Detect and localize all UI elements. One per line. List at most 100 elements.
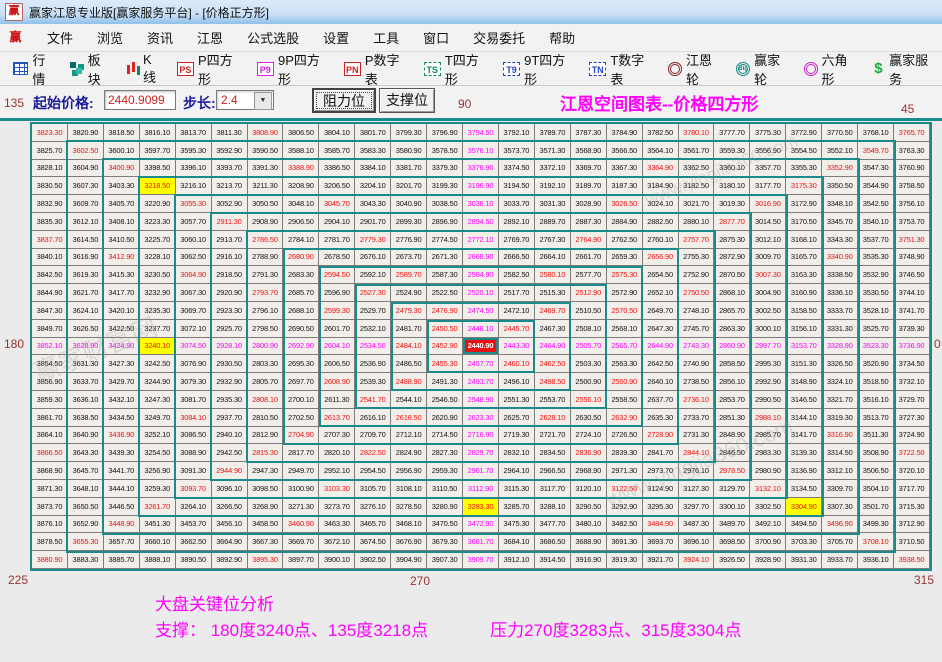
- grid-cell[interactable]: 3854.50: [32, 355, 68, 374]
- grid-cell[interactable]: 3828.10: [32, 159, 68, 178]
- grid-cell[interactable]: 2467.30: [534, 319, 571, 338]
- grid-cell[interactable]: 2529.70: [355, 301, 392, 320]
- toolbar-item-2[interactable]: K线: [123, 50, 167, 88]
- grid-cell[interactable]: 3619.30: [67, 266, 104, 285]
- grid-cell[interactable]: 2815.30: [247, 444, 284, 463]
- grid-cell[interactable]: 3278.50: [391, 497, 428, 516]
- grid-cell[interactable]: 3441.70: [103, 462, 140, 480]
- grid-cell[interactable]: 3292.90: [606, 497, 643, 516]
- grid-cell[interactable]: 3573.70: [498, 141, 535, 160]
- grid-cell[interactable]: 3900.10: [319, 551, 356, 569]
- grid-cell[interactable]: 3772.90: [786, 124, 823, 142]
- grid-cell[interactable]: 3391.30: [247, 159, 284, 178]
- grid-cell[interactable]: 3660.10: [139, 533, 176, 552]
- grid-cell[interactable]: 3758.50: [894, 177, 930, 196]
- grid-cell[interactable]: 3741.70: [894, 301, 930, 320]
- grid-cell[interactable]: 3324.10: [822, 373, 859, 391]
- grid-cell[interactable]: 3007.30: [750, 266, 787, 285]
- grid-cell[interactable]: 2606.50: [319, 355, 356, 374]
- grid-cell[interactable]: 2750.50: [678, 284, 715, 302]
- grid-cell[interactable]: 3789.70: [534, 124, 571, 142]
- grid-cell[interactable]: 3710.50: [894, 533, 930, 552]
- grid-cell[interactable]: 3439.30: [103, 444, 140, 463]
- grid-cell[interactable]: 3333.70: [822, 301, 859, 320]
- grid-cell[interactable]: 2688.10: [283, 301, 320, 320]
- grid-cell[interactable]: 3295.30: [642, 497, 679, 516]
- grid-cell[interactable]: 3580.90: [391, 141, 428, 160]
- grid-cell[interactable]: 3820.90: [67, 124, 104, 142]
- grid-cell[interactable]: 2784.10: [283, 230, 320, 249]
- grid-cell[interactable]: 3009.70: [750, 248, 787, 267]
- grid-cell[interactable]: 2793.70: [247, 284, 284, 302]
- grid-cell[interactable]: 3729.70: [894, 390, 930, 409]
- grid-cell[interactable]: 3938.50: [894, 551, 930, 569]
- grid-cell[interactable]: 3604.90: [67, 159, 104, 178]
- grid-cell[interactable]: 3830.50: [32, 177, 68, 196]
- grid-cell[interactable]: 3420.10: [103, 301, 140, 320]
- grid-cell[interactable]: 3187.30: [606, 177, 643, 196]
- grid-cell[interactable]: 3837.70: [32, 230, 68, 249]
- grid-cell[interactable]: 2764.90: [570, 230, 607, 249]
- grid-cell[interactable]: 3698.50: [714, 533, 751, 552]
- grid-cell[interactable]: 2479.30: [391, 301, 428, 320]
- grid-cell[interactable]: 2568.10: [606, 319, 643, 338]
- grid-cell[interactable]: 2457.70: [463, 355, 499, 374]
- grid-cell[interactable]: 3792.10: [498, 124, 535, 142]
- grid-cell[interactable]: 2462.50: [534, 355, 571, 374]
- grid-cell[interactable]: 3105.70: [355, 479, 392, 498]
- grid-cell[interactable]: 2443.30: [498, 337, 535, 356]
- grid-cell[interactable]: 3506.50: [858, 462, 895, 480]
- menu-item-3[interactable]: 江恩: [197, 28, 223, 47]
- grid-cell[interactable]: 3847.30: [32, 301, 68, 320]
- grid-cell[interactable]: 3916.90: [570, 551, 607, 569]
- grid-cell[interactable]: 3470.50: [427, 515, 464, 534]
- grid-cell[interactable]: 3062.50: [175, 248, 212, 267]
- grid-cell[interactable]: 3012.10: [750, 230, 787, 249]
- grid-cell[interactable]: 2592.10: [355, 266, 392, 285]
- grid-cell[interactable]: 3873.70: [32, 497, 68, 516]
- grid-cell[interactable]: 3192.10: [534, 177, 571, 196]
- grid-cell[interactable]: 2865.70: [714, 301, 751, 320]
- grid-cell[interactable]: 3921.70: [642, 551, 679, 569]
- grid-cell[interactable]: 2474.50: [463, 301, 499, 320]
- grid-cell[interactable]: 3060.10: [175, 230, 212, 249]
- grid-cell[interactable]: 3201.70: [391, 177, 428, 196]
- grid-cell[interactable]: 3367.30: [606, 159, 643, 178]
- grid-cell[interactable]: 3316.90: [822, 426, 859, 445]
- grid-cell[interactable]: 2983.30: [750, 444, 787, 463]
- grid-cell[interactable]: 3595.30: [175, 141, 212, 160]
- grid-cell[interactable]: 3259.30: [139, 479, 176, 498]
- grid-cell[interactable]: 3482.50: [606, 515, 643, 534]
- grid-cell[interactable]: 2721.70: [534, 426, 571, 445]
- grid-cell[interactable]: 3444.10: [103, 479, 140, 498]
- grid-cell[interactable]: 3264.10: [175, 497, 212, 516]
- grid-cell[interactable]: 3856.90: [32, 373, 68, 391]
- grid-cell[interactable]: 3069.70: [175, 301, 212, 320]
- grid-cell[interactable]: 3112.90: [463, 479, 499, 498]
- grid-cell[interactable]: 3832.90: [32, 195, 68, 213]
- grid-cell[interactable]: 2740.90: [678, 355, 715, 374]
- grid-cell[interactable]: 3528.10: [858, 301, 895, 320]
- grid-cell[interactable]: 3340.90: [822, 248, 859, 267]
- grid-cell[interactable]: 2889.70: [534, 212, 571, 231]
- grid-cell[interactable]: 3199.30: [427, 177, 464, 196]
- grid-cell[interactable]: 3086.50: [175, 426, 212, 445]
- grid-cell[interactable]: 2678.50: [319, 248, 356, 267]
- grid-cell[interactable]: 3919.30: [606, 551, 643, 569]
- grid-cell[interactable]: 3724.90: [894, 426, 930, 445]
- grid-cell[interactable]: 3842.50: [32, 266, 68, 285]
- grid-cell[interactable]: 2940.10: [211, 426, 248, 445]
- grid-cell[interactable]: 2546.50: [427, 390, 464, 409]
- grid-cell[interactable]: 3352.90: [822, 159, 859, 178]
- grid-cell[interactable]: 2956.90: [391, 462, 428, 480]
- grid-cell[interactable]: 3348.10: [822, 195, 859, 213]
- grid-cell[interactable]: 2692.90: [283, 337, 320, 356]
- grid-cell[interactable]: 3223.30: [139, 212, 176, 231]
- grid-cell[interactable]: 3424.90: [103, 337, 140, 356]
- grid-cell[interactable]: 3823.30: [32, 124, 68, 142]
- grid-cell[interactable]: 3180.10: [714, 177, 751, 196]
- grid-cell[interactable]: 2558.50: [606, 390, 643, 409]
- grid-cell[interactable]: 3132.10: [750, 479, 787, 498]
- grid-cell[interactable]: 3511.30: [858, 426, 895, 445]
- grid-cell[interactable]: 3933.70: [822, 551, 859, 569]
